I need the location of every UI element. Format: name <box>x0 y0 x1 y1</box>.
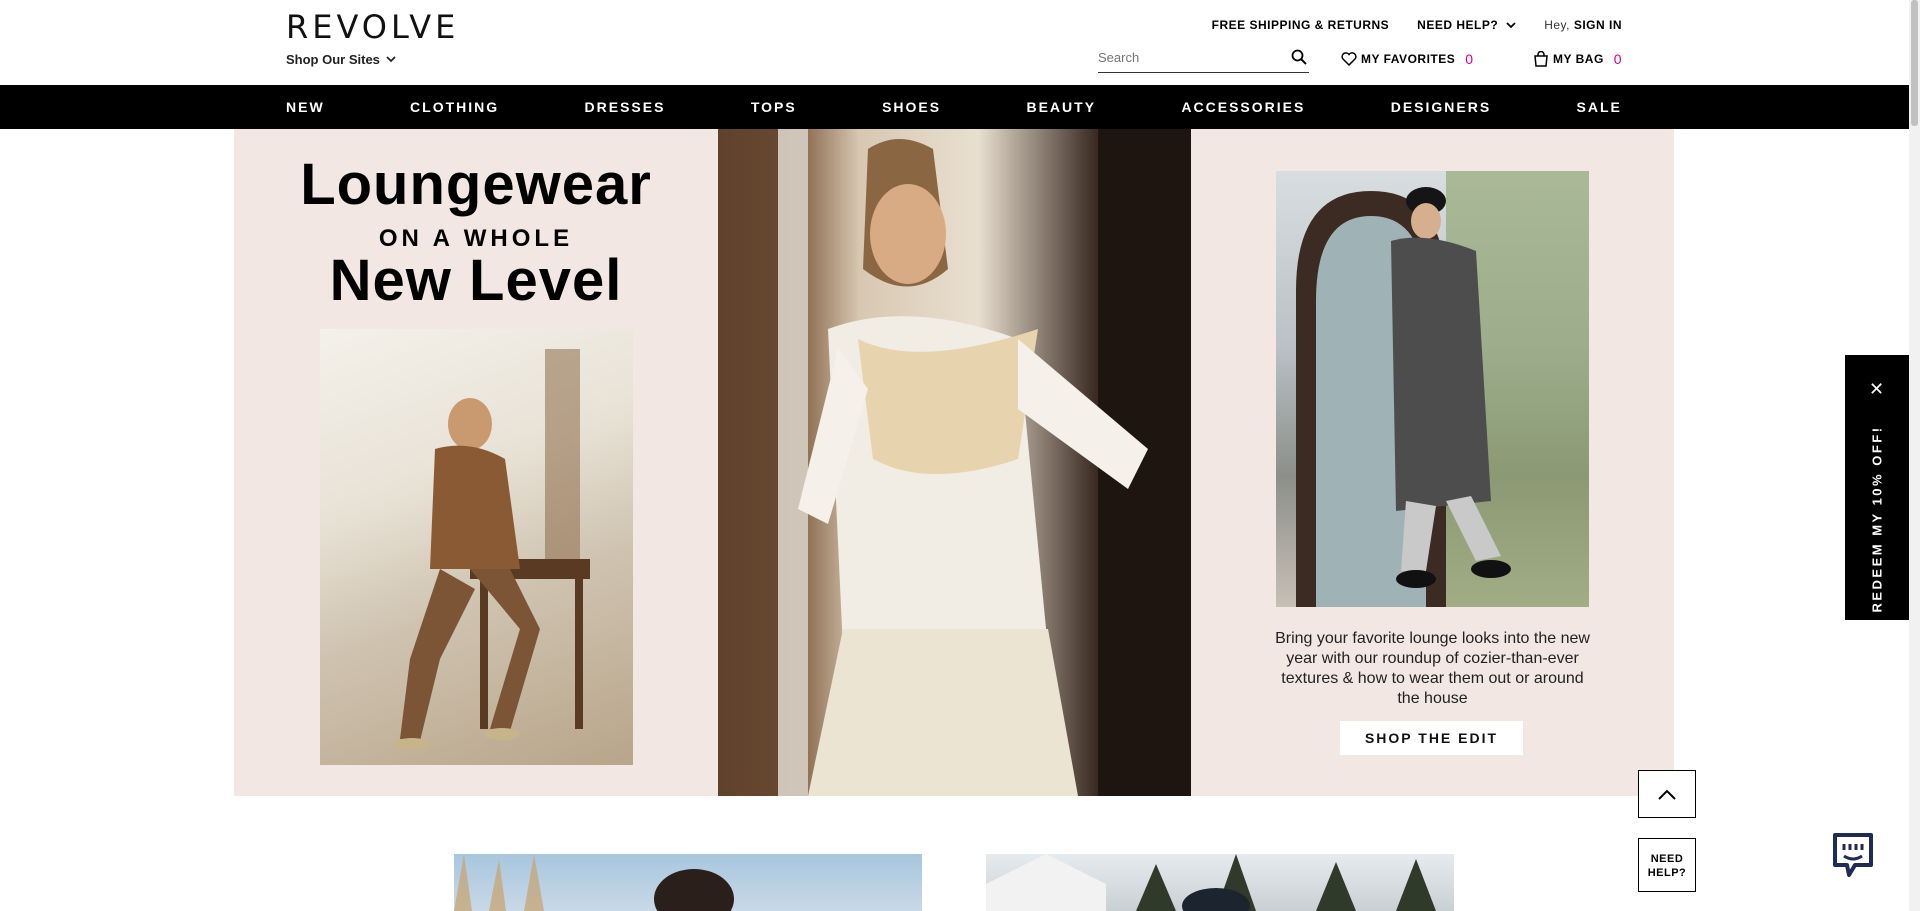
model-photo-right[interactable] <box>1276 171 1589 607</box>
teaser-image-1 <box>454 854 734 911</box>
search-icon[interactable] <box>1291 49 1307 65</box>
hero-banner[interactable]: Loungewear ON A WHOLE New Level Bring yo… <box>234 129 1674 796</box>
favorites-label: MY FAVORITES <box>1361 52 1456 66</box>
model-figure-left <box>394 349 590 750</box>
utility-links: FREE SHIPPING & RETURNS NEED HELP? Hey, … <box>1212 18 1622 32</box>
shopping-bag-icon <box>1534 51 1548 67</box>
bag-label: MY BAG <box>1553 52 1604 66</box>
teaser-image-2 <box>986 854 1436 911</box>
page-scrollbar[interactable] <box>1909 0 1920 911</box>
model-photo-center[interactable] <box>718 129 1191 796</box>
shop-the-edit-button[interactable]: SHOP THE EDIT <box>1340 721 1523 755</box>
nav-item-sale[interactable]: SALE <box>1577 99 1622 115</box>
need-help-label: NEED HELP? <box>1417 18 1499 32</box>
need-help-chat-button[interactable]: NEED HELP? <box>1638 838 1696 892</box>
site-header: REVOLVE Shop Our Sites FREE SHIPPING & R… <box>0 0 1920 85</box>
main-navigation: NEW CLOTHING DRESSES TOPS SHOES BEAUTY A… <box>0 85 1909 129</box>
account-greeting: Hey, SIGN IN <box>1544 18 1622 32</box>
heart-icon <box>1341 52 1357 66</box>
shop-our-sites-dropdown[interactable]: Shop Our Sites <box>286 52 396 67</box>
revolve-logo[interactable]: REVOLVE <box>286 8 459 46</box>
search-input[interactable] <box>1098 49 1268 69</box>
need-help-line1: NEED <box>1650 853 1684 865</box>
chatbot-icon[interactable] <box>1831 831 1875 879</box>
chevron-down-icon <box>1506 21 1516 28</box>
search-bar <box>1098 46 1309 73</box>
nav-item-designers[interactable]: DESIGNERS <box>1391 99 1491 115</box>
free-shipping-link[interactable]: FREE SHIPPING & RETURNS <box>1212 18 1390 32</box>
promo-redeem-text: REDEEM MY 10% OFF! <box>1869 425 1885 613</box>
nav-item-clothing[interactable]: CLOTHING <box>410 99 499 115</box>
nav-item-new[interactable]: NEW <box>286 99 325 115</box>
nav-item-accessories[interactable]: ACCESSORIES <box>1181 99 1305 115</box>
my-favorites-link[interactable]: MY FAVORITES 0 <box>1341 51 1474 67</box>
nav-item-tops[interactable]: TOPS <box>751 99 797 115</box>
back-to-top-button[interactable] <box>1638 770 1696 818</box>
bag-count: 0 <box>1613 51 1623 67</box>
hero-title-line1: Loungewear <box>300 152 652 217</box>
promo-side-tab[interactable]: ✕ REDEEM MY 10% OFF! <box>1845 355 1909 620</box>
hero-title-line3: New Level <box>329 248 623 313</box>
nav-item-shoes[interactable]: SHOES <box>882 99 941 115</box>
chevron-down-icon <box>386 56 396 63</box>
close-icon[interactable]: ✕ <box>1869 380 1884 398</box>
nav-item-beauty[interactable]: BEAUTY <box>1026 99 1096 115</box>
content-teaser-2[interactable] <box>986 854 1454 911</box>
scrollbar-thumb[interactable] <box>1911 0 1918 126</box>
nav-item-dresses[interactable]: DRESSES <box>585 99 666 115</box>
my-bag-link[interactable]: MY BAG 0 <box>1533 51 1622 67</box>
need-help-line2: HELP? <box>1647 867 1687 879</box>
content-teaser-1[interactable] <box>454 854 922 911</box>
shop-sites-label: Shop Our Sites <box>286 52 380 67</box>
chevron-up-icon <box>1658 789 1676 800</box>
hero-description: Bring your favorite lounge looks into th… <box>1275 630 1590 707</box>
model-figure-right <box>1296 171 1589 607</box>
model-figure-center <box>718 129 1191 796</box>
favorites-count: 0 <box>1465 51 1474 67</box>
need-help-dropdown[interactable]: NEED HELP? <box>1417 18 1516 32</box>
sign-in-link[interactable]: SIGN IN <box>1574 18 1622 32</box>
model-photo-left[interactable] <box>320 329 633 765</box>
greeting-text: Hey, <box>1544 18 1570 32</box>
